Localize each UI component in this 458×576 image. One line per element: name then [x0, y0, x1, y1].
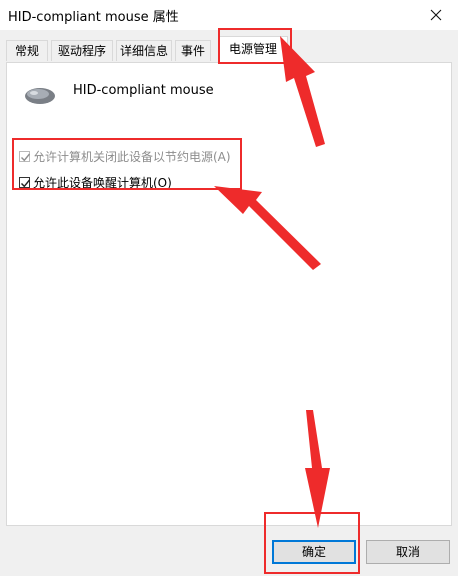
- device-name: HID-compliant mouse: [73, 83, 214, 98]
- highlight-box-options: [12, 138, 242, 190]
- highlight-box-power-tab: [218, 28, 292, 64]
- highlight-box-ok: [264, 512, 360, 574]
- tab-general[interactable]: 常规: [6, 40, 48, 61]
- close-icon: [430, 9, 442, 21]
- mouse-icon: [25, 88, 55, 104]
- close-button[interactable]: [414, 0, 458, 30]
- tab-events[interactable]: 事件: [175, 40, 211, 61]
- cancel-button[interactable]: 取消: [366, 540, 450, 564]
- title-bar: HID-compliant mouse 属性: [0, 0, 458, 30]
- tab-details[interactable]: 详细信息: [116, 40, 172, 61]
- window-title: HID-compliant mouse 属性: [8, 10, 179, 25]
- power-management-panel: HID-compliant mouse 允许计算机关闭此设备以节约电源(A) 允…: [6, 62, 452, 526]
- tab-driver[interactable]: 驱动程序: [51, 40, 113, 61]
